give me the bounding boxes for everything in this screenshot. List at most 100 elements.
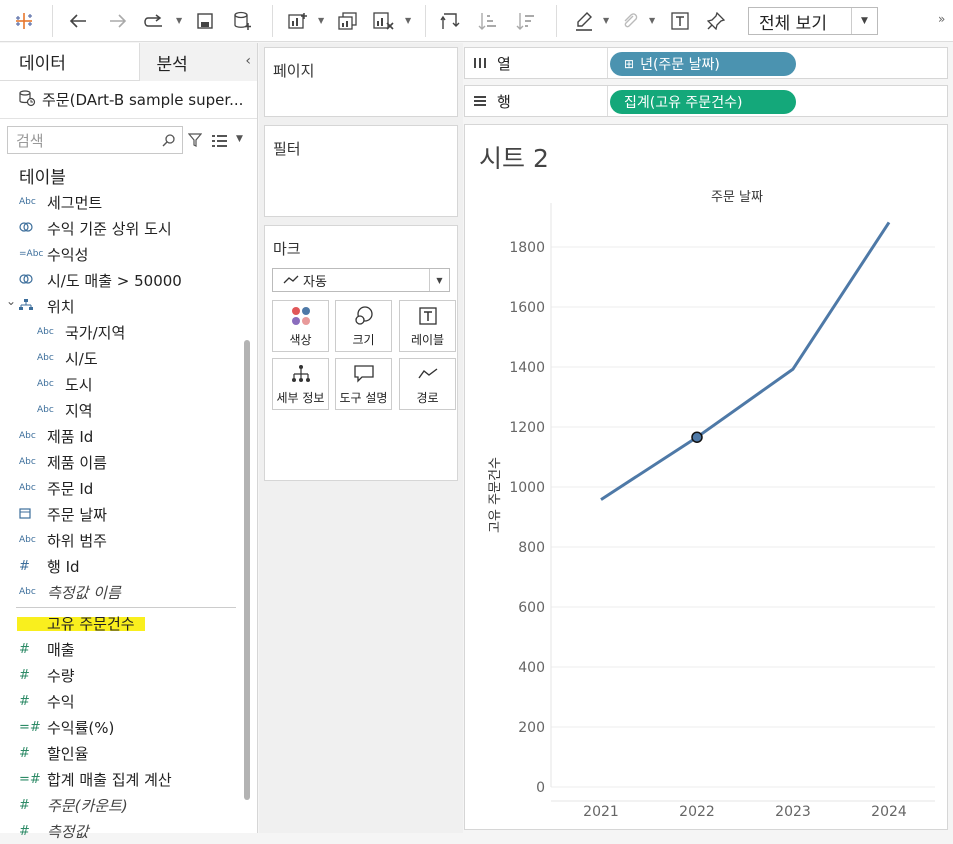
tab-data[interactable]: 데이터 (0, 43, 139, 81)
field-item[interactable]: Abc 시/도 (0, 345, 257, 371)
field-item[interactable]: Abc 제품 Id (0, 423, 257, 449)
field-item[interactable]: Abc 주문 Id (0, 475, 257, 501)
field-item[interactable]: =# 수익률(%) (0, 714, 257, 740)
tab-analytics[interactable]: 분석 (139, 43, 257, 81)
data-point[interactable] (691, 431, 703, 443)
datasource-item[interactable]: 주문(DArt-B sample super... (0, 81, 257, 119)
field-item[interactable]: Abc 지역 (0, 397, 257, 423)
field-item[interactable]: Abc 제품 이름 (0, 449, 257, 475)
data-pane-scrollbar[interactable] (244, 340, 250, 800)
duplicate-icon[interactable] (336, 8, 360, 34)
save-icon[interactable] (194, 8, 216, 34)
field-name: 위치 (47, 297, 75, 316)
detail-button[interactable]: 세부 정보 (272, 358, 329, 410)
size-icon (353, 305, 375, 327)
field-item[interactable]: # 할인율 (0, 740, 257, 766)
field-item[interactable]: 주문 날짜 (0, 501, 257, 527)
hierarchy-icon (19, 298, 47, 314)
tableau-logo-icon[interactable] (12, 8, 36, 34)
rows-pill[interactable]: 집계(고유 주문건수) (610, 90, 796, 114)
new-datasource-icon[interactable] (232, 8, 254, 34)
new-worksheet-dropdown-icon[interactable]: ▼ (318, 16, 324, 25)
new-worksheet-icon[interactable] (286, 8, 310, 34)
series-line[interactable] (600, 221, 891, 501)
number-type-icon: # (19, 745, 30, 761)
chevron-down-icon[interactable]: ▼ (851, 8, 877, 34)
collapse-pane-icon[interactable]: ‹ (245, 53, 251, 69)
label-button[interactable]: 레이블 (399, 300, 456, 352)
redo-icon[interactable] (143, 8, 167, 34)
columns-shelf[interactable]: 열 ⊞ 년(주문 날짜) (464, 47, 948, 79)
pages-card[interactable]: 페이지 (264, 47, 458, 117)
set-icon (19, 221, 47, 236)
field-item[interactable]: 시/도 매출 > 50000 (0, 267, 257, 293)
field-item[interactable]: # 주문(카운트) (0, 792, 257, 818)
list-view-dropdown-icon[interactable]: ▼ (236, 134, 243, 144)
field-name: 국가/지역 (65, 323, 126, 342)
chevron-down-icon[interactable]: ⌄ (6, 294, 16, 308)
more-toolbar-icon[interactable]: » (938, 12, 945, 26)
tables-heading: 테이블 (19, 167, 66, 188)
field-name: 주문 날짜 (47, 505, 107, 524)
field-item[interactable]: Abc 세그먼트 (0, 189, 257, 215)
text-icon[interactable] (668, 8, 692, 34)
data-point[interactable] (791, 367, 795, 371)
label-icon (418, 305, 437, 327)
field-item[interactable]: # 측정값 (0, 818, 257, 844)
field-item[interactable]: Abc 국가/지역 (0, 319, 257, 345)
list-view-icon[interactable] (212, 132, 228, 151)
field-item[interactable]: =Abc 수익성 (0, 241, 257, 267)
rows-shelf[interactable]: 행 집계(고유 주문건수) (464, 85, 948, 117)
annotate-dropdown-icon[interactable]: ▼ (649, 16, 655, 25)
field-name: 시/도 (65, 349, 98, 368)
sort-descending-icon[interactable] (514, 8, 538, 34)
redo-dropdown-icon[interactable]: ▼ (176, 16, 182, 25)
chevron-down-icon[interactable]: ▼ (429, 269, 449, 291)
clear-dropdown-icon[interactable]: ▼ (405, 16, 411, 25)
field-item[interactable]: 수익 기준 상위 도시 (0, 215, 257, 241)
path-button[interactable]: 경로 (399, 358, 456, 410)
highlight-dropdown-icon[interactable]: ▼ (603, 16, 609, 25)
field-item[interactable]: # 수량 (0, 662, 257, 688)
field-item[interactable]: # 수익 (0, 688, 257, 714)
search-input[interactable]: 검색 (7, 126, 183, 154)
clear-sheet-icon[interactable] (372, 8, 396, 34)
string-type-icon: Abc (37, 379, 54, 389)
color-button[interactable]: 색상 (272, 300, 329, 352)
search-icon[interactable] (162, 133, 176, 151)
columns-pill[interactable]: ⊞ 년(주문 날짜) (610, 52, 796, 76)
x-tick-label: 2021 (583, 804, 619, 820)
sort-ascending-icon[interactable] (476, 8, 500, 34)
field-item[interactable]: =#고유 주문건수 (0, 610, 257, 636)
path-label: 경로 (416, 390, 439, 405)
field-item[interactable]: Abc 도시 (0, 371, 257, 397)
field-item[interactable]: # 매출 (0, 636, 257, 662)
field-list: Abc 세그먼트 수익 기준 상위 도시 =Abc 수익성 시/도 매출 > 50000 ⌄… (0, 189, 257, 844)
field-item[interactable]: Abc 측정값 이름 (0, 579, 257, 605)
size-button[interactable]: 크기 (335, 300, 392, 352)
chart-title: 주문 날짜 (711, 190, 763, 205)
pin-icon[interactable] (704, 8, 728, 34)
field-name: 수량 (47, 666, 75, 685)
annotate-icon[interactable] (618, 8, 642, 34)
field-item[interactable]: # 행 Id (0, 553, 257, 579)
data-point[interactable] (599, 498, 603, 502)
field-item[interactable]: ⌄ 위치 (0, 293, 257, 319)
highlight-icon[interactable] (572, 8, 596, 34)
back-icon[interactable] (66, 8, 90, 34)
mark-type-select[interactable]: 자동 ▼ (272, 268, 450, 292)
shelves: 열 ⊞ 년(주문 날짜) 행 집계(고유 주문건수) (464, 43, 953, 121)
swap-icon[interactable] (438, 8, 462, 34)
filter-icon[interactable] (187, 132, 203, 151)
tooltip-button[interactable]: 도구 설명 (335, 358, 392, 410)
field-name: 주문(카운트) (47, 796, 128, 815)
forward-icon[interactable] (106, 8, 130, 34)
field-item[interactable]: Abc 하위 범주 (0, 527, 257, 553)
field-item[interactable]: =# 합계 매출 집계 계산 (0, 766, 257, 792)
expand-icon[interactable]: ⊞ (624, 57, 634, 71)
string-type-icon: Abc (37, 405, 54, 415)
view-size-select[interactable]: 전체 보기 ▼ (748, 7, 878, 35)
line-chart[interactable]: 주문 날짜 0 200 400 600 800 1000 1200 1400 1600 1800 고유… (465, 125, 949, 831)
data-point[interactable] (887, 220, 891, 224)
filters-card[interactable]: 필터 (264, 125, 458, 217)
